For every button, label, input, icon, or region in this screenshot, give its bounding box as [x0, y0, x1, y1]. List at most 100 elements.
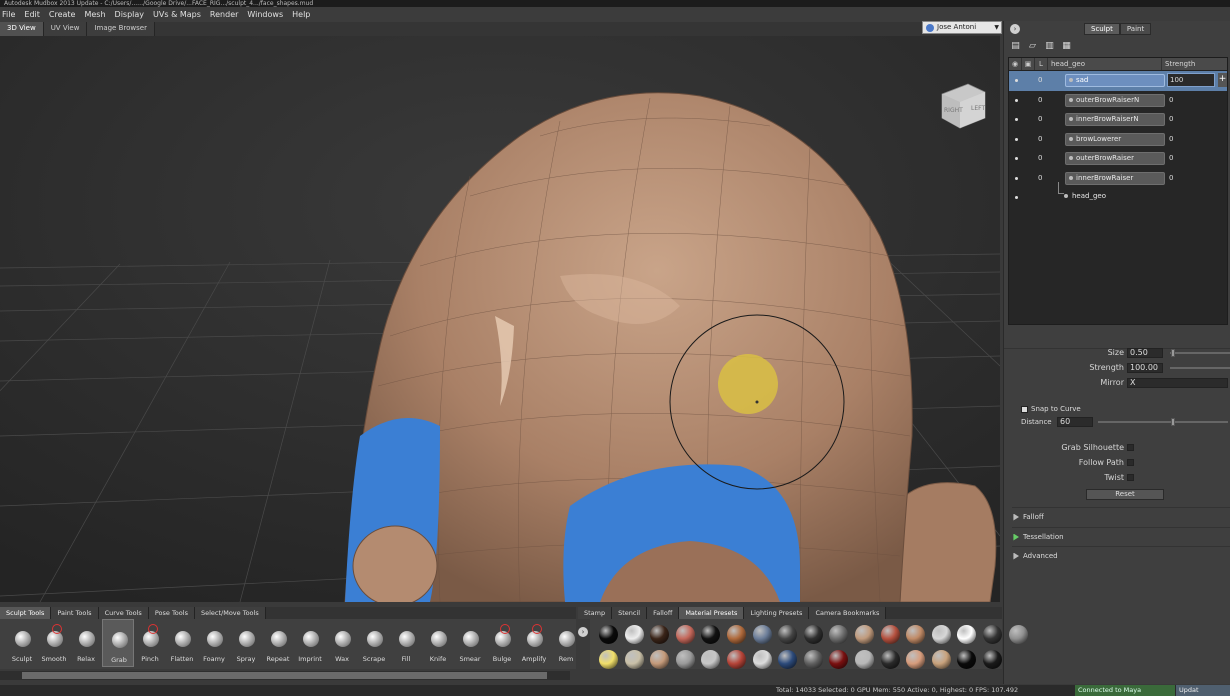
- mirror-dropdown[interactable]: X: [1127, 378, 1228, 388]
- material-preset-swatch[interactable]: [803, 650, 823, 669]
- brush-spray[interactable]: Spray: [230, 619, 262, 667]
- distance-slider[interactable]: [1098, 421, 1228, 423]
- material-preset-swatch[interactable]: [855, 650, 874, 669]
- material-preset-swatch[interactable]: [906, 625, 926, 644]
- menu-display[interactable]: Display: [115, 10, 145, 19]
- layer-strength-value[interactable]: 0: [1169, 174, 1173, 182]
- visibility-column-icon[interactable]: ◉: [1009, 58, 1022, 70]
- layer-strength-value[interactable]: 100: [1167, 73, 1215, 87]
- material-preset-swatch[interactable]: [778, 650, 798, 669]
- twist-checkbox[interactable]: [1127, 474, 1134, 481]
- visibility-toggle-icon[interactable]: [1015, 98, 1018, 102]
- layer-strength-value[interactable]: 0: [1169, 154, 1173, 162]
- tray-scrollbar[interactable]: [0, 671, 570, 680]
- menu-uvs-maps[interactable]: UVs & Maps: [153, 10, 201, 19]
- reset-button[interactable]: Reset: [1086, 489, 1164, 500]
- tab-sculpt-tools[interactable]: Sculpt Tools: [0, 607, 52, 619]
- layer-name[interactable]: outerBrowRaiserN: [1065, 93, 1165, 107]
- tab-camera-bookmarks[interactable]: Camera Bookmarks: [809, 607, 887, 619]
- visibility-toggle-icon[interactable]: [1015, 79, 1018, 82]
- material-preset-swatch[interactable]: [701, 625, 721, 644]
- material-preset-swatch[interactable]: [803, 625, 823, 644]
- tab-curve-tools[interactable]: Curve Tools: [98, 607, 149, 619]
- brush-smear[interactable]: Smear: [454, 619, 486, 667]
- tray-collapse-icon[interactable]: ›: [578, 627, 588, 637]
- menu-help[interactable]: Help: [292, 10, 310, 19]
- tab-paint[interactable]: Paint: [1119, 23, 1152, 35]
- material-preset-swatch[interactable]: [1008, 625, 1028, 644]
- layer-strength-value[interactable]: 0: [1169, 135, 1173, 143]
- material-preset-swatch[interactable]: [675, 650, 695, 669]
- layer-name[interactable]: browLowerer: [1065, 132, 1165, 146]
- size-slider[interactable]: [1170, 352, 1230, 354]
- tab-paint-tools[interactable]: Paint Tools: [51, 607, 99, 619]
- size-slider-knob[interactable]: [1171, 349, 1175, 357]
- brush-knife[interactable]: Knife: [422, 619, 454, 667]
- brush-amplify[interactable]: Amplify: [518, 619, 550, 667]
- follow-path-checkbox[interactable]: [1127, 459, 1134, 466]
- layer-name[interactable]: innerBrowRaiser: [1065, 171, 1165, 185]
- falloff-section[interactable]: Falloff: [1012, 507, 1230, 525]
- new-layer-icon[interactable]: ▤: [1010, 41, 1021, 52]
- tab-material-presets[interactable]: Material Presets: [679, 607, 745, 619]
- base-layer-row[interactable]: head_geo: [1009, 182, 1227, 208]
- material-preset-swatch[interactable]: [752, 650, 772, 669]
- material-preset-swatch[interactable]: [624, 625, 644, 644]
- material-preset-swatch[interactable]: [906, 650, 926, 669]
- menu-edit[interactable]: Edit: [24, 10, 40, 19]
- folder-icon[interactable]: ▱: [1027, 41, 1038, 52]
- tab-3d-view[interactable]: 3D View: [0, 22, 44, 36]
- size-field[interactable]: 0.50: [1127, 348, 1163, 358]
- brush-scrape[interactable]: Scrape: [358, 619, 390, 667]
- panel-collapse-icon[interactable]: ›: [1010, 24, 1020, 34]
- brush-fill[interactable]: Fill: [390, 619, 422, 667]
- material-preset-swatch[interactable]: [829, 650, 849, 669]
- menu-render[interactable]: Render: [210, 10, 238, 19]
- material-preset-swatch[interactable]: [778, 625, 798, 644]
- tab-pose-tools[interactable]: Pose Tools: [148, 607, 195, 619]
- material-preset-swatch[interactable]: [599, 650, 618, 669]
- brush-imprint[interactable]: Imprint: [294, 619, 326, 667]
- brush-wax[interactable]: Wax: [326, 619, 358, 667]
- brush-smooth[interactable]: Smooth: [38, 619, 70, 667]
- update-status[interactable]: Updat: [1176, 685, 1230, 696]
- material-preset-swatch[interactable]: [701, 650, 721, 669]
- brush-rem[interactable]: Rem: [550, 619, 582, 667]
- material-preset-swatch[interactable]: [855, 625, 874, 644]
- layer-name[interactable]: outerBrowRaiser: [1065, 152, 1165, 165]
- grab-silhouette-checkbox[interactable]: [1127, 444, 1134, 451]
- layer-name[interactable]: innerBrowRaiserN: [1065, 113, 1165, 126]
- menu-create[interactable]: Create: [49, 10, 76, 19]
- material-preset-swatch[interactable]: [675, 625, 695, 644]
- material-preset-swatch[interactable]: [957, 625, 977, 644]
- brush-grab[interactable]: Grab: [102, 619, 134, 667]
- material-preset-swatch[interactable]: [957, 650, 977, 669]
- layer-row[interactable]: 0 outerBrowRaiserN 0: [1009, 91, 1227, 111]
- layer-row[interactable]: 0 sad 100 +: [1009, 71, 1227, 91]
- material-preset-swatch[interactable]: [599, 625, 618, 644]
- tab-uv-view[interactable]: UV View: [43, 22, 88, 36]
- tab-sculpt[interactable]: Sculpt: [1084, 23, 1120, 35]
- material-preset-swatch[interactable]: [829, 625, 849, 644]
- brush-sculpt[interactable]: Sculpt: [6, 619, 38, 667]
- brush-pinch[interactable]: Pinch: [134, 619, 166, 667]
- layer-options-icon[interactable]: ▦: [1061, 41, 1072, 52]
- trash-icon[interactable]: ▥: [1044, 41, 1055, 52]
- material-preset-swatch[interactable]: [931, 625, 951, 644]
- strength-slider[interactable]: [1170, 367, 1230, 369]
- tab-select-move-tools[interactable]: Select/Move Tools: [194, 607, 266, 619]
- brush-flatten[interactable]: Flatten: [166, 619, 198, 667]
- strength-field[interactable]: 100.00: [1127, 363, 1163, 373]
- tessellation-section[interactable]: Tessellation: [1012, 527, 1230, 545]
- material-preset-swatch[interactable]: [752, 625, 772, 644]
- layer-row[interactable]: 0 outerBrowRaiser 0: [1009, 149, 1227, 169]
- menu-windows[interactable]: Windows: [247, 10, 283, 19]
- visibility-toggle-icon[interactable]: [1015, 176, 1018, 180]
- tab-stencil[interactable]: Stencil: [612, 607, 648, 619]
- distance-slider-knob[interactable]: [1171, 418, 1175, 426]
- material-preset-swatch[interactable]: [931, 650, 951, 669]
- material-preset-swatch[interactable]: [650, 650, 670, 669]
- menu-mesh[interactable]: Mesh: [84, 10, 105, 19]
- material-preset-swatch[interactable]: [880, 625, 900, 644]
- material-preset-swatch[interactable]: [624, 650, 644, 669]
